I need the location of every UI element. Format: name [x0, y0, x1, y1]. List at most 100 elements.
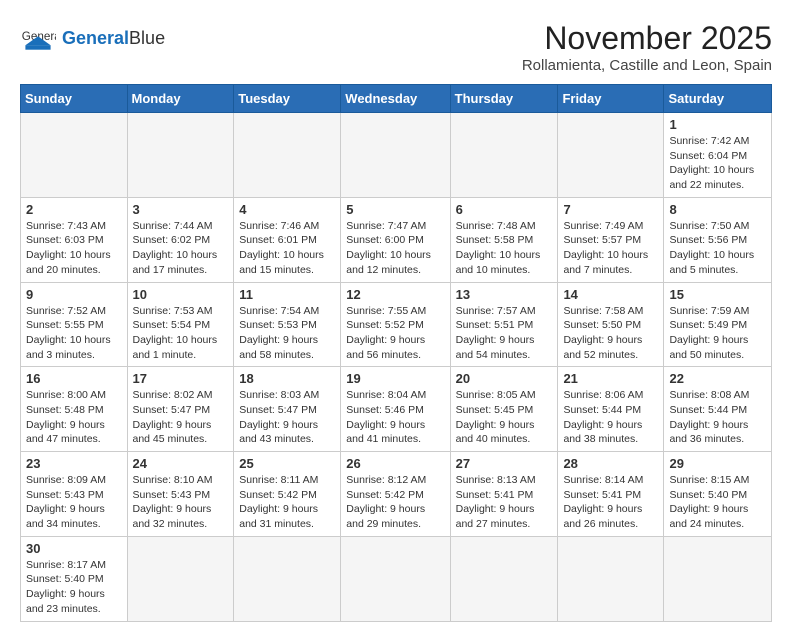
- day-number: 28: [563, 456, 658, 471]
- calendar-row: 2 Sunrise: 7:43 AMSunset: 6:03 PMDaylight…: [21, 197, 772, 282]
- logo-icon: General: [20, 20, 56, 56]
- calendar-cell: 15 Sunrise: 7:59 AMSunset: 5:49 PMDayligh…: [664, 282, 772, 367]
- calendar-cell: [234, 113, 341, 198]
- day-number: 8: [669, 202, 766, 217]
- calendar-cell: 8 Sunrise: 7:50 AMSunset: 5:56 PMDaylight…: [664, 197, 772, 282]
- day-number: 1: [669, 117, 766, 132]
- day-number: 15: [669, 287, 766, 302]
- day-info: Sunrise: 8:10 AMSunset: 5:43 PMDaylight:…: [133, 473, 229, 532]
- day-number: 16: [26, 371, 122, 386]
- calendar-cell: 3 Sunrise: 7:44 AMSunset: 6:02 PMDaylight…: [127, 197, 234, 282]
- day-number: 26: [346, 456, 444, 471]
- day-number: 29: [669, 456, 766, 471]
- day-number: 22: [669, 371, 766, 386]
- day-number: 30: [26, 541, 122, 556]
- calendar-cell: 1 Sunrise: 7:42 AMSunset: 6:04 PMDaylight…: [664, 113, 772, 198]
- title-block: November 2025 Rollamienta, Castille and …: [522, 20, 772, 74]
- weekday-header-saturday: Saturday: [664, 85, 772, 113]
- calendar-cell: 17 Sunrise: 8:02 AMSunset: 5:47 PMDayligh…: [127, 367, 234, 452]
- calendar-cell: 5 Sunrise: 7:47 AMSunset: 6:00 PMDaylight…: [341, 197, 450, 282]
- day-number: 25: [239, 456, 335, 471]
- day-info: Sunrise: 7:57 AMSunset: 5:51 PMDaylight:…: [456, 304, 553, 363]
- calendar-cell: 19Sunrise: 8:04 AMSunset: 5:46 PMDayligh…: [341, 367, 450, 452]
- day-info: Sunrise: 7:53 AMSunset: 5:54 PMDaylight:…: [133, 304, 229, 363]
- day-number: 4: [239, 202, 335, 217]
- calendar-row: 16 Sunrise: 8:00 AMSunset: 5:48 PMDayligh…: [21, 367, 772, 452]
- calendar-row: 1 Sunrise: 7:42 AMSunset: 6:04 PMDaylight…: [21, 113, 772, 198]
- calendar-cell: [341, 113, 450, 198]
- calendar-cell: 18 Sunrise: 8:03 AMSunset: 5:47 PMDayligh…: [234, 367, 341, 452]
- day-info: Sunrise: 7:47 AMSunset: 6:00 PMDaylight:…: [346, 219, 444, 278]
- day-info: Sunrise: 7:50 AMSunset: 5:56 PMDaylight:…: [669, 219, 766, 278]
- day-number: 6: [456, 202, 553, 217]
- calendar-cell: [450, 113, 558, 198]
- day-info: Sunrise: 7:44 AMSunset: 6:02 PMDaylight:…: [133, 219, 229, 278]
- day-info: Sunrise: 8:00 AMSunset: 5:48 PMDaylight:…: [26, 388, 122, 447]
- day-info: Sunrise: 7:43 AMSunset: 6:03 PMDaylight:…: [26, 219, 122, 278]
- day-info: Sunrise: 8:04 AMSunset: 5:46 PMDaylight:…: [346, 388, 444, 447]
- calendar-cell: 2 Sunrise: 7:43 AMSunset: 6:03 PMDaylight…: [21, 197, 128, 282]
- day-info: Sunrise: 8:08 AMSunset: 5:44 PMDaylight:…: [669, 388, 766, 447]
- day-info: Sunrise: 8:03 AMSunset: 5:47 PMDaylight:…: [239, 388, 335, 447]
- weekday-header-thursday: Thursday: [450, 85, 558, 113]
- day-number: 11: [239, 287, 335, 302]
- calendar-cell: 26 Sunrise: 8:12 AMSunset: 5:42 PMDayligh…: [341, 452, 450, 537]
- day-number: 2: [26, 202, 122, 217]
- day-number: 5: [346, 202, 444, 217]
- day-info: Sunrise: 7:49 AMSunset: 5:57 PMDaylight:…: [563, 219, 658, 278]
- day-info: Sunrise: 8:09 AMSunset: 5:43 PMDaylight:…: [26, 473, 122, 532]
- logo: General GeneralBlue: [20, 20, 165, 56]
- weekday-header-friday: Friday: [558, 85, 664, 113]
- calendar-cell: 30Sunrise: 8:17 AMSunset: 5:40 PMDayligh…: [21, 536, 128, 621]
- day-number: 13: [456, 287, 553, 302]
- calendar-cell: 14 Sunrise: 7:58 AMSunset: 5:50 PMDayligh…: [558, 282, 664, 367]
- calendar-cell: 6 Sunrise: 7:48 AMSunset: 5:58 PMDaylight…: [450, 197, 558, 282]
- day-number: 21: [563, 371, 658, 386]
- calendar-row: 30Sunrise: 8:17 AMSunset: 5:40 PMDayligh…: [21, 536, 772, 621]
- calendar-table: SundayMondayTuesdayWednesdayThursdayFrid…: [20, 84, 772, 622]
- day-info: Sunrise: 8:06 AMSunset: 5:44 PMDaylight:…: [563, 388, 658, 447]
- calendar-cell: 27 Sunrise: 8:13 AMSunset: 5:41 PMDayligh…: [450, 452, 558, 537]
- day-info: Sunrise: 7:42 AMSunset: 6:04 PMDaylight:…: [669, 134, 766, 193]
- calendar-cell: 7 Sunrise: 7:49 AMSunset: 5:57 PMDaylight…: [558, 197, 664, 282]
- day-info: Sunrise: 7:48 AMSunset: 5:58 PMDaylight:…: [456, 219, 553, 278]
- calendar-cell: 28Sunrise: 8:14 AMSunset: 5:41 PMDayligh…: [558, 452, 664, 537]
- calendar-cell-empty: [234, 536, 341, 621]
- calendar-cell: 21 Sunrise: 8:06 AMSunset: 5:44 PMDayligh…: [558, 367, 664, 452]
- calendar-cell: 16 Sunrise: 8:00 AMSunset: 5:48 PMDayligh…: [21, 367, 128, 452]
- day-info: Sunrise: 8:13 AMSunset: 5:41 PMDaylight:…: [456, 473, 553, 532]
- calendar-cell-empty: [341, 536, 450, 621]
- weekday-header-row: SundayMondayTuesdayWednesdayThursdayFrid…: [21, 85, 772, 113]
- day-number: 27: [456, 456, 553, 471]
- calendar-cell: 11 Sunrise: 7:54 AMSunset: 5:53 PMDayligh…: [234, 282, 341, 367]
- page-header: General GeneralBlue November 2025 Rollam…: [20, 20, 772, 74]
- day-info: Sunrise: 7:59 AMSunset: 5:49 PMDaylight:…: [669, 304, 766, 363]
- day-info: Sunrise: 8:05 AMSunset: 5:45 PMDaylight:…: [456, 388, 553, 447]
- calendar-cell-empty: [558, 536, 664, 621]
- day-number: 7: [563, 202, 658, 217]
- calendar-cell: 24 Sunrise: 8:10 AMSunset: 5:43 PMDayligh…: [127, 452, 234, 537]
- day-info: Sunrise: 8:02 AMSunset: 5:47 PMDaylight:…: [133, 388, 229, 447]
- calendar-cell: 10 Sunrise: 7:53 AMSunset: 5:54 PMDayligh…: [127, 282, 234, 367]
- month-title: November 2025: [522, 20, 772, 57]
- day-number: 14: [563, 287, 658, 302]
- day-number: 23: [26, 456, 122, 471]
- calendar-cell: 29Sunrise: 8:15 AMSunset: 5:40 PMDayligh…: [664, 452, 772, 537]
- day-info: Sunrise: 8:11 AMSunset: 5:42 PMDaylight:…: [239, 473, 335, 532]
- calendar-row: 23 Sunrise: 8:09 AMSunset: 5:43 PMDayligh…: [21, 452, 772, 537]
- day-info: Sunrise: 7:54 AMSunset: 5:53 PMDaylight:…: [239, 304, 335, 363]
- day-number: 24: [133, 456, 229, 471]
- calendar-cell: 4 Sunrise: 7:46 AMSunset: 6:01 PMDaylight…: [234, 197, 341, 282]
- day-info: Sunrise: 7:52 AMSunset: 5:55 PMDaylight:…: [26, 304, 122, 363]
- day-number: 10: [133, 287, 229, 302]
- calendar-cell-empty: [450, 536, 558, 621]
- calendar-cell: 23 Sunrise: 8:09 AMSunset: 5:43 PMDayligh…: [21, 452, 128, 537]
- day-number: 18: [239, 371, 335, 386]
- calendar-cell: 25 Sunrise: 8:11 AMSunset: 5:42 PMDayligh…: [234, 452, 341, 537]
- day-number: 3: [133, 202, 229, 217]
- day-info: Sunrise: 7:46 AMSunset: 6:01 PMDaylight:…: [239, 219, 335, 278]
- day-number: 17: [133, 371, 229, 386]
- calendar-cell-empty: [664, 536, 772, 621]
- day-info: Sunrise: 8:12 AMSunset: 5:42 PMDaylight:…: [346, 473, 444, 532]
- day-info: Sunrise: 7:58 AMSunset: 5:50 PMDaylight:…: [563, 304, 658, 363]
